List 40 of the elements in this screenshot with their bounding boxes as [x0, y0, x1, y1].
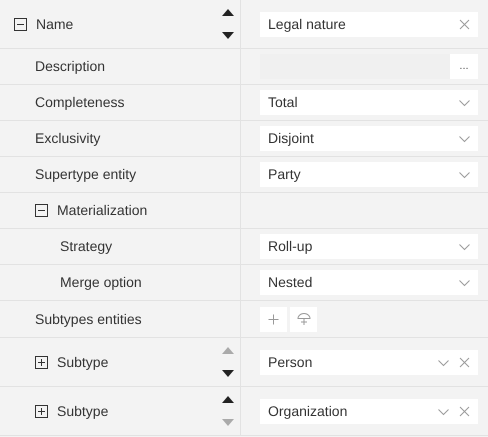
chevron-down-icon[interactable]: [459, 97, 470, 108]
umbrella-plus-icon: [296, 312, 310, 326]
dropdown-field[interactable]: Roll-up: [260, 234, 478, 259]
expand-icon[interactable]: [35, 404, 48, 418]
chevron-down-icon[interactable]: [459, 133, 470, 144]
property-label: Exclusivity: [35, 129, 100, 148]
move-up-arrow[interactable]: [222, 8, 234, 16]
chevron-down-icon[interactable]: [459, 169, 470, 180]
clear-icon[interactable]: [459, 406, 470, 416]
dropdown-field[interactable]: Total: [260, 90, 478, 115]
property-label: Name: [36, 14, 74, 34]
property-label: Merge option: [60, 273, 142, 292]
chevron-down-icon[interactable]: [459, 241, 470, 252]
property-label: Supertype entity: [35, 165, 136, 184]
property-label: Completeness: [35, 93, 124, 112]
property-label: Strategy: [60, 237, 112, 256]
collapse-icon[interactable]: [35, 204, 48, 217]
add-subtype-button[interactable]: [290, 306, 317, 332]
move-down-arrow[interactable]: [222, 32, 234, 40]
dropdown-field[interactable]: Organization: [260, 398, 478, 424]
expand-icon[interactable]: [35, 356, 48, 368]
collapse-icon[interactable]: [14, 18, 27, 30]
property-label: Subtype: [57, 352, 108, 372]
plus-icon: [268, 314, 279, 324]
ellipsis-button[interactable]: ...: [450, 54, 478, 79]
clear-icon[interactable]: [459, 18, 470, 30]
property-label: Subtypes entities: [35, 310, 142, 329]
clear-icon[interactable]: [459, 356, 470, 368]
add-button[interactable]: [260, 306, 287, 332]
move-up-arrow[interactable]: [222, 395, 234, 403]
property-label: Materialization: [57, 201, 148, 220]
move-down-arrow[interactable]: [222, 370, 234, 378]
dropdown-field[interactable]: Nested: [260, 270, 478, 295]
dropdown-field[interactable]: Disjoint: [260, 126, 478, 151]
dropdown-field[interactable]: Party: [260, 162, 478, 187]
text-field[interactable]: Legal nature: [260, 12, 478, 36]
property-label: Description: [35, 57, 106, 76]
chevron-down-icon[interactable]: [459, 277, 470, 288]
dropdown-field[interactable]: Person: [260, 350, 478, 374]
property-label: Subtype: [57, 402, 108, 421]
